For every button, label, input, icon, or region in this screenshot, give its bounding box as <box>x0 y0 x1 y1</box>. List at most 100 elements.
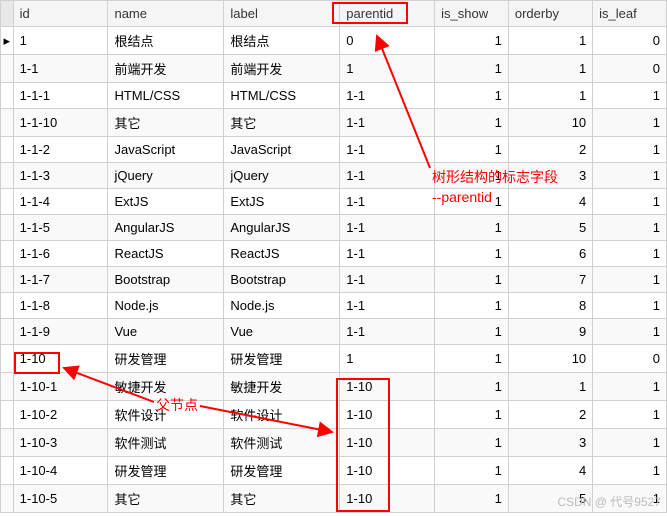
cell-isshow[interactable]: 1 <box>435 401 509 429</box>
cell-parentid[interactable]: 1-1 <box>340 109 435 137</box>
cell-label[interactable]: 敏捷开发 <box>224 373 340 401</box>
cell-id[interactable]: 1-10-2 <box>13 401 108 429</box>
cell-parentid[interactable]: 1-1 <box>340 319 435 345</box>
table-row[interactable]: 1-1-6ReactJSReactJS1-1161 <box>1 241 667 267</box>
cell-name[interactable]: 前端开发 <box>108 55 224 83</box>
cell-isleaf[interactable]: 0 <box>593 27 667 55</box>
col-header-parentid[interactable]: parentid <box>340 1 435 27</box>
cell-id[interactable]: 1-1-5 <box>13 215 108 241</box>
cell-label[interactable]: ExtJS <box>224 189 340 215</box>
cell-id[interactable]: 1-1-1 <box>13 83 108 109</box>
cell-isleaf[interactable]: 1 <box>593 401 667 429</box>
cell-isleaf[interactable]: 1 <box>593 429 667 457</box>
cell-label[interactable]: 其它 <box>224 109 340 137</box>
cell-id[interactable]: 1-10-3 <box>13 429 108 457</box>
table-row[interactable]: 1-1-8Node.jsNode.js1-1181 <box>1 293 667 319</box>
cell-isshow[interactable]: 1 <box>435 319 509 345</box>
cell-isleaf[interactable]: 1 <box>593 163 667 189</box>
cell-parentid[interactable]: 1-1 <box>340 189 435 215</box>
cell-parentid[interactable]: 1-10 <box>340 429 435 457</box>
cell-orderby[interactable]: 7 <box>508 267 592 293</box>
cell-name[interactable]: 其它 <box>108 485 224 513</box>
cell-isleaf[interactable]: 1 <box>593 373 667 401</box>
table-row[interactable]: 1-1-4ExtJSExtJS1-1141 <box>1 189 667 215</box>
cell-orderby[interactable]: 4 <box>508 457 592 485</box>
cell-isshow[interactable]: 1 <box>435 267 509 293</box>
cell-name[interactable]: Vue <box>108 319 224 345</box>
cell-isleaf[interactable]: 1 <box>593 215 667 241</box>
cell-isleaf[interactable]: 1 <box>593 319 667 345</box>
cell-name[interactable]: 根结点 <box>108 27 224 55</box>
cell-label[interactable]: ReactJS <box>224 241 340 267</box>
cell-label[interactable]: 软件测试 <box>224 429 340 457</box>
cell-isshow[interactable]: 1 <box>435 293 509 319</box>
cell-name[interactable]: jQuery <box>108 163 224 189</box>
cell-isleaf[interactable]: 0 <box>593 55 667 83</box>
cell-orderby[interactable]: 2 <box>508 401 592 429</box>
cell-id[interactable]: 1-1-7 <box>13 267 108 293</box>
cell-isshow[interactable]: 1 <box>435 241 509 267</box>
cell-name[interactable]: Bootstrap <box>108 267 224 293</box>
col-header-label[interactable]: label <box>224 1 340 27</box>
cell-isleaf[interactable]: 1 <box>593 293 667 319</box>
cell-isshow[interactable]: 1 <box>435 429 509 457</box>
cell-name[interactable]: 研发管理 <box>108 457 224 485</box>
cell-orderby[interactable]: 1 <box>508 373 592 401</box>
cell-id[interactable]: 1-1-9 <box>13 319 108 345</box>
cell-id[interactable]: 1-1-6 <box>13 241 108 267</box>
cell-parentid[interactable]: 1-10 <box>340 457 435 485</box>
cell-parentid[interactable]: 1-10 <box>340 485 435 513</box>
cell-name[interactable]: HTML/CSS <box>108 83 224 109</box>
cell-label[interactable]: Vue <box>224 319 340 345</box>
cell-isleaf[interactable]: 1 <box>593 267 667 293</box>
cell-isleaf[interactable]: 1 <box>593 457 667 485</box>
table-row[interactable]: 1-10-3软件测试软件测试1-10131 <box>1 429 667 457</box>
cell-name[interactable]: 软件设计 <box>108 401 224 429</box>
cell-isshow[interactable]: 1 <box>435 83 509 109</box>
cell-id[interactable]: 1-10-1 <box>13 373 108 401</box>
cell-parentid[interactable]: 1-1 <box>340 163 435 189</box>
cell-orderby[interactable]: 9 <box>508 319 592 345</box>
cell-orderby[interactable]: 8 <box>508 293 592 319</box>
cell-id[interactable]: 1-10 <box>13 345 108 373</box>
cell-id[interactable]: 1-1-10 <box>13 109 108 137</box>
table-row[interactable]: 1-10-4研发管理研发管理1-10141 <box>1 457 667 485</box>
cell-label[interactable]: HTML/CSS <box>224 83 340 109</box>
col-header-isleaf[interactable]: is_leaf <box>593 1 667 27</box>
cell-parentid[interactable]: 1-10 <box>340 373 435 401</box>
cell-orderby[interactable]: 4 <box>508 189 592 215</box>
cell-parentid[interactable]: 1-1 <box>340 241 435 267</box>
cell-isshow[interactable]: 1 <box>435 109 509 137</box>
table-row[interactable]: 1-1前端开发前端开发1110 <box>1 55 667 83</box>
table-row[interactable]: 1-1-5AngularJSAngularJS1-1151 <box>1 215 667 241</box>
table-row[interactable]: 1-1-9VueVue1-1191 <box>1 319 667 345</box>
cell-isshow[interactable]: 1 <box>435 55 509 83</box>
cell-label[interactable]: 其它 <box>224 485 340 513</box>
cell-isshow[interactable]: 1 <box>435 485 509 513</box>
table-row[interactable]: 1-1-3jQueryjQuery1-1131 <box>1 163 667 189</box>
cell-isshow[interactable]: 1 <box>435 27 509 55</box>
cell-label[interactable]: Bootstrap <box>224 267 340 293</box>
cell-isshow[interactable]: 1 <box>435 137 509 163</box>
cell-id[interactable]: 1-10-5 <box>13 485 108 513</box>
col-header-name[interactable]: name <box>108 1 224 27</box>
cell-name[interactable]: 研发管理 <box>108 345 224 373</box>
cell-name[interactable]: JavaScript <box>108 137 224 163</box>
cell-label[interactable]: AngularJS <box>224 215 340 241</box>
cell-isleaf[interactable]: 1 <box>593 189 667 215</box>
cell-isleaf[interactable]: 1 <box>593 83 667 109</box>
cell-name[interactable]: ExtJS <box>108 189 224 215</box>
cell-parentid[interactable]: 0 <box>340 27 435 55</box>
cell-orderby[interactable]: 1 <box>508 83 592 109</box>
cell-isshow[interactable]: 1 <box>435 373 509 401</box>
table-row[interactable]: 1-10研发管理研发管理11100 <box>1 345 667 373</box>
cell-parentid[interactable]: 1-1 <box>340 137 435 163</box>
cell-parentid[interactable]: 1-1 <box>340 83 435 109</box>
cell-id[interactable]: 1-1-4 <box>13 189 108 215</box>
col-header-orderby[interactable]: orderby <box>508 1 592 27</box>
cell-name[interactable]: ReactJS <box>108 241 224 267</box>
table-row[interactable]: 1-1-2JavaScriptJavaScript1-1121 <box>1 137 667 163</box>
db-table[interactable]: id name label parentid is_show orderby i… <box>0 0 667 513</box>
cell-label[interactable]: 根结点 <box>224 27 340 55</box>
col-header-isshow[interactable]: is_show <box>435 1 509 27</box>
